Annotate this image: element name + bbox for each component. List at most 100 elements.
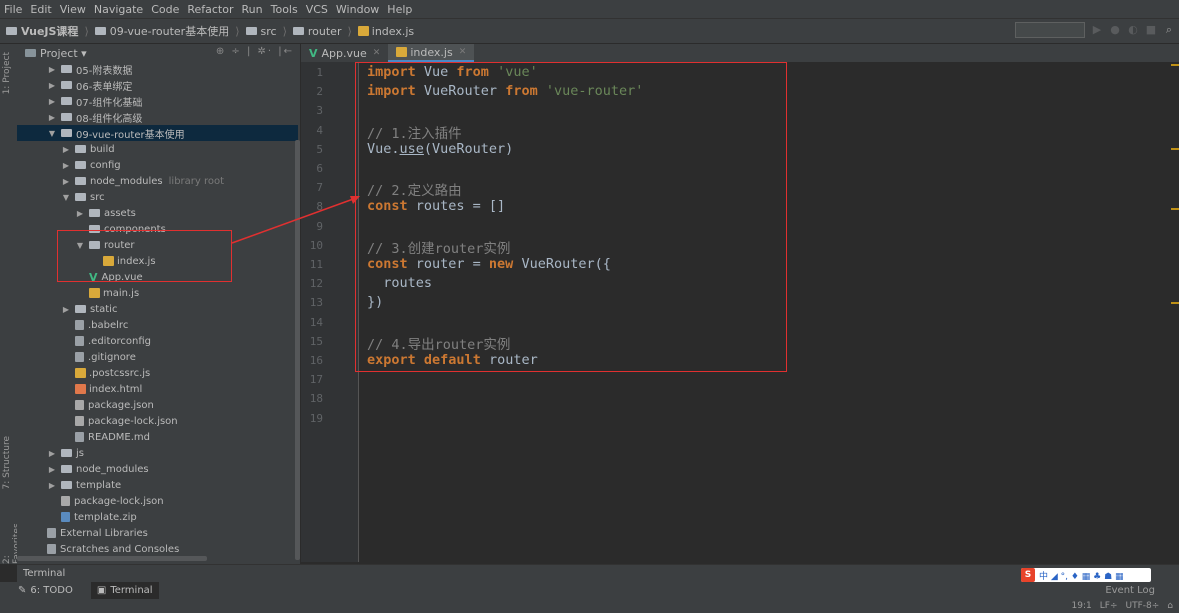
lock-icon[interactable]: ⌂ (1167, 601, 1173, 611)
tree-item[interactable]: .postcssrc.js (17, 365, 298, 381)
tree-item[interactable]: package.json (17, 397, 298, 413)
tree-item[interactable]: Scratches and Consoles (17, 541, 298, 557)
event-log-button[interactable]: Event Log (1105, 585, 1155, 596)
close-icon[interactable]: ✕ (373, 48, 381, 58)
tree-item[interactable]: ▶ 06-表单绑定 (17, 77, 298, 93)
menu-edit[interactable]: Edit (26, 3, 55, 16)
tree-item[interactable]: ▶ 08-组件化高级 (17, 109, 298, 125)
warning-marker[interactable] (1171, 208, 1179, 210)
project-view-select[interactable]: Project ▾ (40, 47, 87, 60)
project-scrollbar[interactable] (295, 140, 300, 560)
menu-code[interactable]: Code (147, 3, 183, 16)
tree-item[interactable]: ▶ config (17, 157, 298, 173)
file-encoding[interactable]: UTF-8÷ (1126, 601, 1160, 611)
tree-item[interactable]: ▶ node_modules (17, 461, 298, 477)
tree-item-label: node_modules (76, 463, 149, 475)
line-separator[interactable]: LF÷ (1100, 601, 1118, 611)
input-method-toolbar[interactable]: S 中 ◢ °, ♦ ▦ ♣ ☗ ▦ (1021, 568, 1151, 582)
coverage-icon[interactable]: ◐ (1127, 24, 1139, 36)
collapsed-arrow-icon[interactable]: ▶ (47, 81, 57, 90)
expanded-arrow-icon[interactable]: ▼ (61, 193, 71, 202)
tree-item[interactable]: index.html (17, 381, 298, 397)
folder-icon (75, 193, 86, 201)
menu-window[interactable]: Window (332, 3, 383, 16)
warning-marker[interactable] (1171, 148, 1179, 150)
breadcrumb-separator: ⟩ (282, 24, 287, 38)
code-line: routes (367, 275, 432, 291)
tab-App-vue[interactable]: V App.vue ✕ (301, 44, 388, 62)
code-editor[interactable]: import Vue from 'vue' import VueRouter fr… (355, 62, 1179, 562)
tree-item[interactable]: .editorconfig (17, 333, 298, 349)
line-number: 8 (316, 200, 323, 214)
tree-item[interactable]: ▶ node_modules library root (17, 173, 298, 189)
menu-bar: File Edit View Navigate Code Refactor Run Tools… (0, 0, 1179, 18)
bottom-tab-terminal[interactable]: ▣ Terminal (90, 582, 159, 599)
warning-marker[interactable] (1171, 302, 1179, 304)
debug-icon[interactable]: ● (1109, 24, 1121, 36)
breadcrumb-item[interactable]: src ⟩ (245, 24, 287, 38)
collapsed-arrow-icon[interactable]: ▶ (47, 449, 57, 458)
breadcrumb-label: router (307, 24, 342, 38)
bottom-tab-todo[interactable]: ✎ 6: TODO (12, 582, 79, 599)
tree-item[interactable]: ▶ assets (17, 205, 298, 221)
tree-item[interactable]: ▼ src (17, 189, 298, 205)
stop-icon[interactable]: ■ (1145, 24, 1157, 36)
project-hscrollbar[interactable] (17, 556, 207, 561)
tree-item[interactable]: ▶ 07-组件化基础 (17, 93, 298, 109)
collapsed-arrow-icon[interactable]: ▶ (47, 113, 57, 122)
structure-tool-button[interactable]: 7: Structure (2, 436, 12, 490)
js-file-icon (396, 47, 408, 57)
tree-item[interactable]: External Libraries (17, 525, 298, 541)
collapsed-arrow-icon[interactable]: ▶ (47, 97, 57, 106)
warning-marker[interactable] (1171, 64, 1179, 66)
tree-item[interactable]: ▶ js (17, 445, 298, 461)
menu-view[interactable]: View (56, 3, 90, 16)
menu-tools[interactable]: Tools (267, 3, 302, 16)
collapsed-arrow-icon[interactable]: ▶ (47, 65, 57, 74)
run-icon[interactable]: ▶ (1091, 24, 1103, 36)
tree-item[interactable]: ▶ build (17, 141, 298, 157)
collapsed-arrow-icon[interactable]: ▶ (47, 481, 57, 490)
collapsed-arrow-icon[interactable]: ▶ (61, 145, 71, 154)
tree-item[interactable]: .gitignore (17, 349, 298, 365)
code-text: routes = [] (407, 198, 506, 215)
collapsed-arrow-icon[interactable]: ▶ (61, 161, 71, 170)
menu-help[interactable]: Help (383, 3, 416, 16)
breadcrumb-item[interactable]: 09-vue-router基本使用 ⟩ (94, 23, 240, 39)
collapsed-arrow-icon[interactable]: ▶ (61, 305, 71, 314)
collapsed-arrow-icon[interactable]: ▶ (75, 209, 85, 218)
tree-item[interactable]: package-lock.json (17, 413, 298, 429)
run-configuration-select[interactable] (1015, 22, 1085, 38)
tree-item[interactable]: main.js (17, 285, 298, 301)
tree-item[interactable]: ▶ static (17, 301, 298, 317)
search-icon[interactable]: ⌕ (1163, 24, 1175, 36)
collapsed-arrow-icon[interactable]: ▶ (61, 177, 71, 186)
tree-item[interactable]: ▼ 09-vue-router基本使用 (17, 125, 298, 141)
folder-icon (6, 27, 17, 35)
expanded-arrow-icon[interactable]: ▼ (47, 129, 57, 138)
tree-item[interactable]: .babelrc (17, 317, 298, 333)
project-panel-tools[interactable]: ⊕ ÷ | ✲· |← (216, 46, 294, 57)
menu-run[interactable]: Run (238, 3, 267, 16)
caret-position[interactable]: 19:1 (1072, 601, 1092, 611)
menu-vcs[interactable]: VCS (302, 3, 332, 16)
project-tool-button[interactable]: 1: Project (2, 52, 12, 94)
tree-item[interactable]: README.md (17, 429, 298, 445)
menu-navigate[interactable]: Navigate (90, 3, 147, 16)
folder-icon (292, 27, 304, 35)
breadcrumb-item[interactable]: VueJS课程 ⟩ (6, 23, 89, 39)
collapsed-arrow-icon[interactable]: ▶ (47, 465, 57, 474)
menu-refactor[interactable]: Refactor (183, 3, 237, 16)
tree-item-label: package-lock.json (74, 495, 164, 507)
breadcrumb-item[interactable]: index.js (357, 25, 414, 38)
terminal-title: Terminal (23, 568, 66, 579)
tree-item[interactable]: package-lock.json (17, 493, 298, 509)
close-icon[interactable]: ✕ (459, 47, 467, 57)
menu-file[interactable]: File (0, 3, 26, 16)
tree-item[interactable]: template.zip (17, 509, 298, 525)
tree-item-label: 09-vue-router基本使用 (76, 129, 185, 141)
breadcrumb-item[interactable]: router ⟩ (292, 24, 352, 38)
tab-index-js[interactable]: index.js ✕ (388, 44, 475, 62)
tree-item[interactable]: ▶ 05-附表数据 (17, 61, 298, 77)
tree-item[interactable]: ▶ template (17, 477, 298, 493)
